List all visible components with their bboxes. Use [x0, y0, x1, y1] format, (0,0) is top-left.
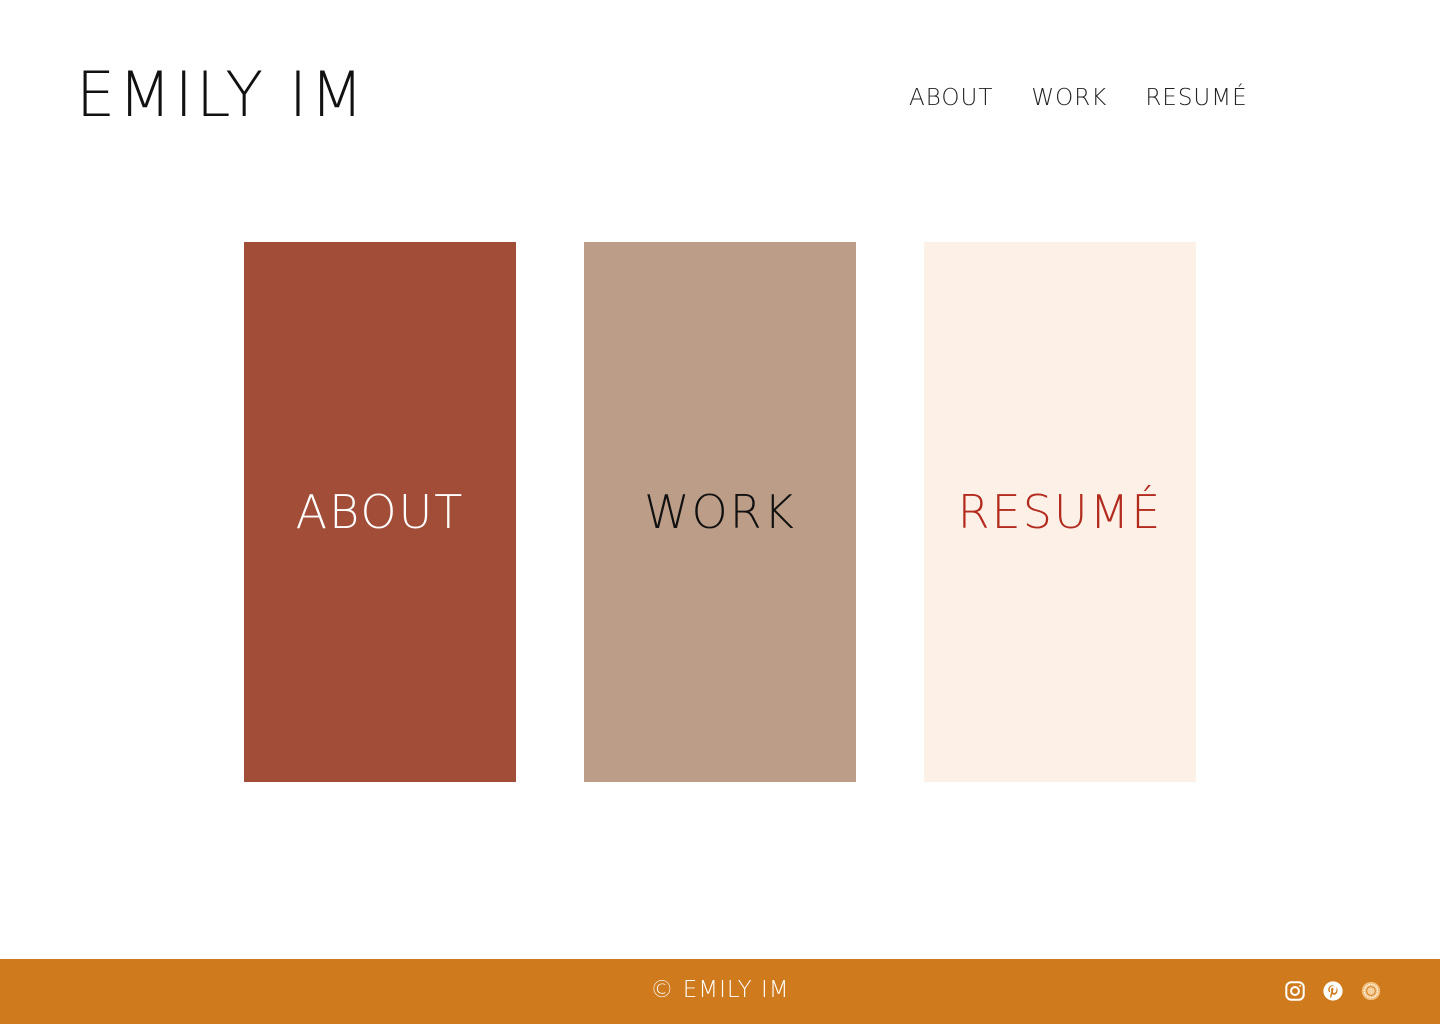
- instagram-icon[interactable]: [1284, 980, 1306, 1002]
- work-card[interactable]: WORK: [584, 242, 856, 782]
- nav-link-resume[interactable]: RESUMÉ: [1145, 87, 1247, 110]
- copyright-text: © EMILY IM: [650, 977, 790, 1003]
- nav-link-work[interactable]: WORK: [1031, 87, 1107, 110]
- site-footer: © EMILY IM: [0, 959, 1440, 1024]
- about-card[interactable]: ABOUT: [244, 242, 516, 782]
- dribbble-icon[interactable]: [1360, 980, 1382, 1002]
- nav-link-about[interactable]: ABOUT: [909, 87, 993, 110]
- social-links: [1284, 980, 1382, 1002]
- work-card-label: WORK: [644, 485, 796, 539]
- about-card-label: ABOUT: [295, 485, 465, 539]
- resume-card-label: RESUMÉ: [957, 485, 1163, 539]
- site-logo[interactable]: EMILY IM: [76, 64, 367, 126]
- main-nav: ABOUT WORK RESUMÉ: [909, 87, 1248, 110]
- pinterest-icon[interactable]: [1322, 980, 1344, 1002]
- resume-card[interactable]: RESUMÉ: [924, 242, 1196, 782]
- page: EMILY IM ABOUT WORK RESUMÉ ABOUT WORK RE…: [0, 0, 1440, 1024]
